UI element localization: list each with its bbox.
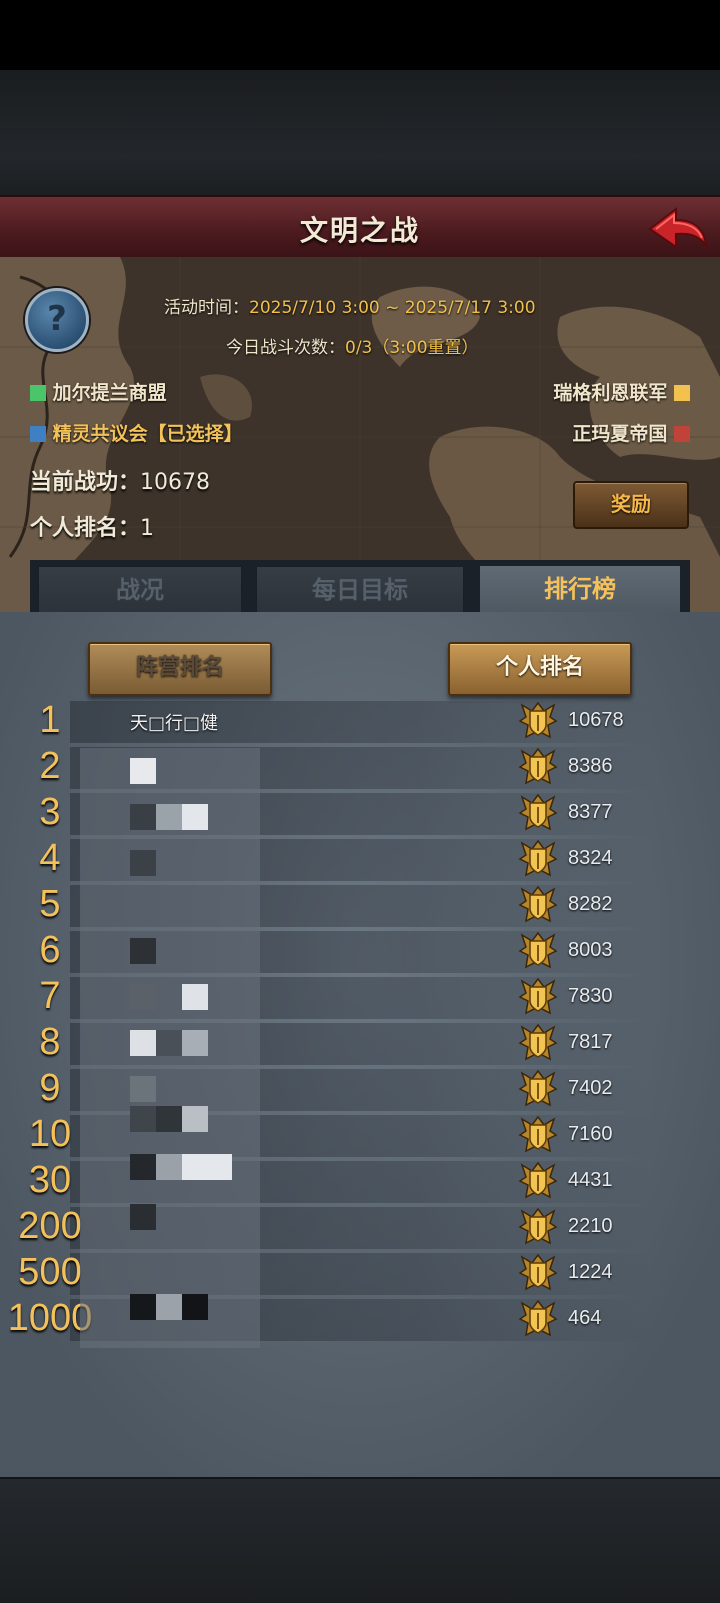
help-button[interactable]: ?	[25, 288, 89, 352]
faction-zhengmaxia: 正玛夏帝国	[572, 419, 690, 446]
player-score: 2210	[568, 1215, 613, 1237]
title-bar: 文明之战	[0, 195, 720, 262]
current-merit: 当前战功：10678	[30, 470, 211, 495]
gold-shield-badge-icon	[518, 1161, 558, 1201]
faction-color-swatch	[30, 426, 46, 442]
camp-ranking-button[interactable]: 阵营排名	[88, 642, 272, 696]
player-score: 1224	[568, 1261, 613, 1283]
tab-leaderboard[interactable]: 排行榜	[480, 566, 680, 614]
player-score: 464	[568, 1307, 602, 1329]
gold-shield-badge-icon	[518, 839, 558, 879]
gold-shield-badge-icon	[518, 977, 558, 1017]
faction-elf-council: 精灵共议会【已选择】	[30, 419, 243, 446]
player-score: 8377	[568, 801, 613, 823]
status-bar-area	[0, 0, 720, 70]
faction-color-swatch	[674, 426, 690, 442]
gold-shield-badge-icon	[518, 701, 558, 741]
gold-shield-badge-icon	[518, 931, 558, 971]
red-back-arrow-icon	[648, 206, 708, 249]
faction-regrien: 瑞格利恩联军	[553, 378, 690, 405]
personal-ranking-button[interactable]: 个人排名	[448, 642, 632, 696]
player-score: 8386	[568, 755, 613, 777]
censored-names-mosaic	[80, 748, 330, 1378]
faction-color-swatch	[674, 385, 690, 401]
gold-shield-badge-icon	[518, 1069, 558, 1109]
faction-color-swatch	[30, 385, 46, 401]
player-score: 8324	[568, 847, 613, 869]
event-time: 活动时间：2025/7/10 3:00 ~ 2025/7/17 3:00	[164, 298, 536, 318]
ranking-row: 1 天□行□健 10678	[0, 697, 720, 743]
player-score: 8282	[568, 893, 613, 915]
gold-shield-badge-icon	[518, 1299, 558, 1339]
player-score: 10678	[568, 709, 624, 731]
tab-daily-goals[interactable]: 每日目标	[256, 566, 464, 616]
rank-number: 1	[39, 699, 61, 741]
player-score: 7402	[568, 1077, 613, 1099]
question-mark-icon: ?	[47, 299, 67, 339]
personal-rank: 个人排名：1	[30, 516, 155, 541]
tab-battle-status[interactable]: 战况	[38, 566, 242, 616]
top-backdrop	[0, 70, 720, 195]
player-score: 7830	[568, 985, 613, 1007]
gold-shield-badge-icon	[518, 1207, 558, 1247]
bottom-backdrop	[0, 1477, 720, 1603]
gold-shield-badge-icon	[518, 1115, 558, 1155]
player-score: 8003	[568, 939, 613, 961]
back-button[interactable]	[646, 203, 710, 253]
gold-shield-badge-icon	[518, 747, 558, 787]
player-score: 7160	[568, 1123, 613, 1145]
gold-shield-badge-icon	[518, 1253, 558, 1293]
page-title: 文明之战	[299, 214, 420, 247]
player-score: 4431	[568, 1169, 613, 1191]
player-score: 7817	[568, 1031, 613, 1053]
daily-battles: 今日战斗次数：0/3（3:00重置）	[226, 338, 479, 358]
player-name: 天□行□健	[130, 713, 219, 734]
gold-shield-badge-icon	[518, 885, 558, 925]
gold-shield-badge-icon	[518, 1023, 558, 1063]
reward-button[interactable]: 奖励	[573, 481, 689, 529]
gold-shield-badge-icon	[518, 793, 558, 833]
faction-garthilan: 加尔提兰商盟	[30, 378, 167, 405]
